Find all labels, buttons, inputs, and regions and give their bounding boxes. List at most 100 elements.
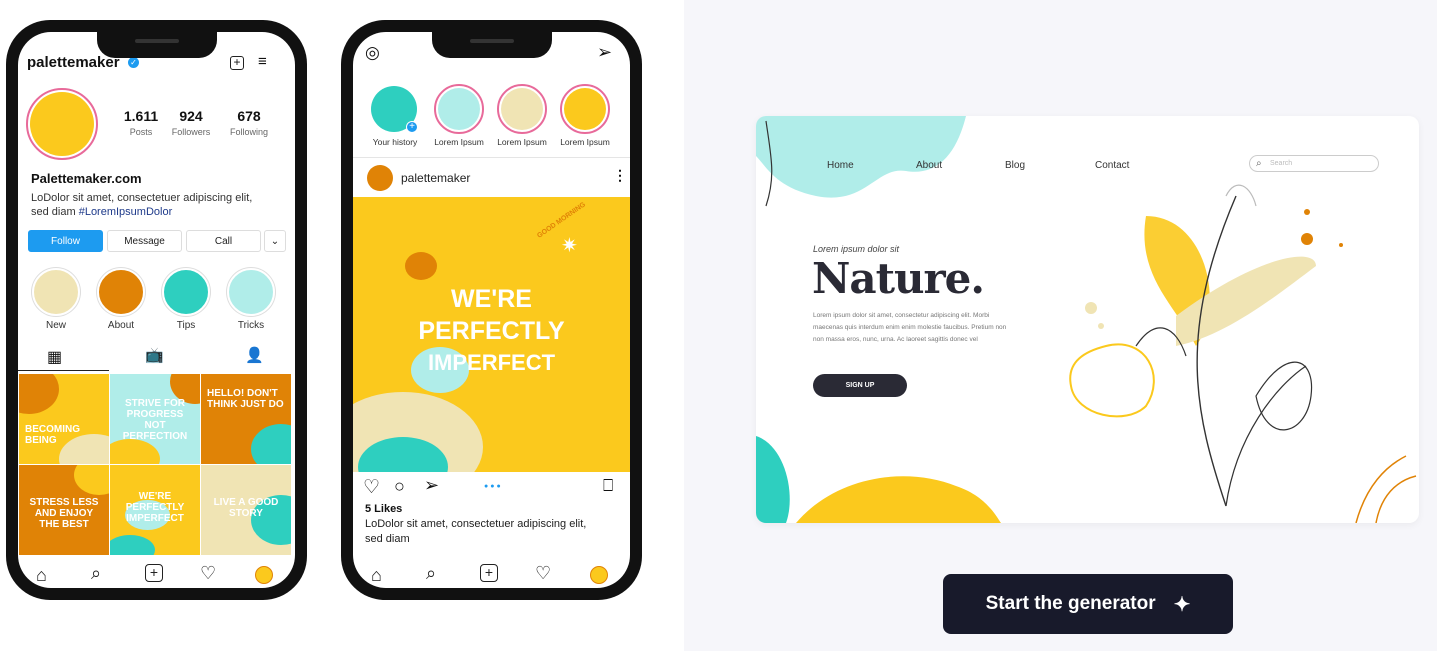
profile-bio: LoDolor sit amet, consectetuer adipiscin… — [31, 191, 291, 219]
send-icon[interactable]: ➢ — [597, 42, 612, 63]
stat-posts-value: 1.611 — [123, 108, 159, 124]
highlight-tips[interactable] — [162, 268, 210, 316]
tile-text: WE'RE PERFECTLY IMPERFECT — [125, 491, 185, 524]
grid-post[interactable]: WE'RE PERFECTLY IMPERFECT — [110, 465, 200, 555]
likes-count[interactable]: 5 Likes — [365, 503, 402, 515]
post-headline-line: PERFECTLY — [418, 317, 565, 345]
nav-about[interactable]: About — [916, 160, 942, 171]
story[interactable] — [560, 84, 610, 134]
signup-button[interactable]: SIGN UP — [813, 374, 907, 397]
tile-shape — [251, 424, 291, 464]
heart-icon[interactable]: ♡ — [200, 563, 216, 584]
heart-icon[interactable]: ♡ — [535, 563, 551, 584]
teal-blob — [756, 116, 966, 198]
home-icon[interactable]: ⌂ — [371, 565, 382, 586]
active-tab-indicator — [18, 370, 109, 371]
like-icon[interactable]: ♡ — [363, 476, 380, 499]
verified-icon: ✓ — [128, 57, 139, 68]
story-avatar — [501, 88, 543, 130]
search-input[interactable]: ⌕ Search — [1249, 155, 1379, 172]
grid-post[interactable]: STRIVE FOR PROGRESS NOT PERFECTION — [110, 374, 200, 464]
highlight-label: About — [107, 320, 135, 331]
more-options-icon[interactable]: ⋮ — [613, 167, 627, 184]
follow-button[interactable]: Follow — [28, 230, 103, 252]
post-username[interactable]: palettemaker — [401, 171, 470, 185]
hero-headline: Nature. — [812, 254, 985, 303]
grid-post[interactable]: HELLO! DON'T THINK JUST DO — [201, 374, 291, 464]
search-icon[interactable]: ⌕ — [426, 563, 436, 584]
profile-display-name: Palettemaker.com — [31, 171, 142, 186]
stem-stroke — [1225, 365, 1307, 507]
add-post-icon[interactable]: + — [480, 564, 498, 582]
tagged-icon[interactable]: 👤 — [245, 346, 264, 364]
add-post-icon[interactable]: + — [145, 564, 163, 582]
tile-shape — [74, 465, 109, 495]
post-headline: WE'RE PERFECTLY IMPERFECT — [353, 283, 630, 379]
story-label: Lorem Ipsum — [434, 137, 484, 147]
grid-post[interactable]: BECOMING BEING — [19, 374, 109, 464]
orange-leaf-stroke — [1355, 455, 1407, 523]
story-label: Lorem Ipsum — [497, 137, 547, 147]
highlight-new[interactable] — [32, 268, 80, 316]
highlight-tricks[interactable] — [227, 268, 275, 316]
highlight-label: Tricks — [237, 320, 265, 331]
story[interactable] — [434, 84, 484, 134]
camera-icon[interactable]: ◎ — [365, 43, 380, 63]
bio-text: sed diam — [31, 206, 76, 218]
tile-shape — [19, 374, 59, 414]
cta-label: Start the generator — [985, 593, 1156, 614]
add-post-icon[interactable]: + — [230, 56, 244, 70]
grid-icon[interactable]: ▦ — [47, 347, 62, 367]
orange-dot — [1301, 233, 1313, 245]
home-icon[interactable]: ⌂ — [36, 565, 47, 586]
cream-dot — [1085, 302, 1097, 314]
orange-leaf-stroke — [1375, 475, 1417, 523]
call-button[interactable]: Call — [186, 230, 261, 252]
tile-text: STRIVE FOR PROGRESS NOT PERFECTION — [122, 398, 188, 442]
caption-line: LoDolor sit amet, consectetuer adipiscin… — [365, 518, 587, 530]
story[interactable] — [497, 84, 547, 134]
profile-phone: palettemaker ✓ + ≡ 1.611 Posts 924 Follo… — [6, 20, 307, 600]
igtv-icon[interactable]: 📺 — [145, 346, 164, 364]
stat-following-label[interactable]: Following — [221, 127, 277, 137]
bio-line: LoDolor sit amet, consectetuer adipiscin… — [31, 192, 253, 204]
avatar[interactable] — [30, 92, 94, 156]
stat-followers-label[interactable]: Followers — [163, 127, 219, 137]
menu-icon[interactable]: ≡ — [258, 53, 267, 70]
chevron-down-icon[interactable]: ⌄ — [264, 230, 286, 252]
phone-notch — [431, 30, 552, 58]
feed-screen: ◎ ➢ + Your history Lorem Ipsum Lorem Ips… — [353, 32, 630, 588]
yellow-blob-bottom — [796, 476, 1001, 523]
stat-following-value[interactable]: 678 — [221, 108, 277, 124]
profile-username: palettemaker — [27, 54, 120, 71]
post-image[interactable]: GOOD MORNING ✷ WE'RE PERFECTLY IMPERFECT — [353, 197, 630, 472]
highlight-about[interactable] — [97, 268, 145, 316]
comment-icon[interactable]: ○ — [394, 476, 405, 497]
divider — [353, 157, 630, 158]
orange-dot — [1339, 243, 1343, 247]
highlight-label: New — [45, 320, 66, 331]
post-shape — [405, 252, 437, 280]
add-story-icon[interactable]: + — [406, 121, 418, 133]
nav-home[interactable]: Home — [827, 160, 854, 171]
bio-line: sed diam #LoremIpsumDolor — [31, 205, 291, 219]
nav-blog[interactable]: Blog — [1005, 160, 1025, 171]
story-label: Lorem Ipsum — [560, 137, 610, 147]
grid-post[interactable]: STRESS LESS AND ENJOY THE BEST — [19, 465, 109, 555]
profile-nav-avatar[interactable] — [590, 566, 608, 584]
profile-nav-avatar[interactable] — [255, 566, 273, 584]
bio-hashtag-link[interactable]: #LoremIpsumDolor — [79, 206, 173, 218]
share-icon[interactable]: ➢ — [424, 475, 439, 496]
tile-text: BECOMING BEING — [25, 424, 80, 446]
bookmark-icon[interactable]: ⎕ — [603, 476, 613, 496]
grid-post[interactable]: LIVE A GOOD STORY — [201, 465, 291, 555]
post-avatar[interactable] — [367, 165, 393, 191]
start-generator-button[interactable]: Start the generator ✦ — [943, 574, 1233, 634]
hero-body: Lorem ipsum dolor sit amet, consectetur … — [813, 312, 1007, 343]
nav-contact[interactable]: Contact — [1095, 160, 1129, 171]
cream-dot — [1098, 323, 1104, 329]
message-button[interactable]: Message — [107, 230, 182, 252]
stat-followers-value[interactable]: 924 — [163, 108, 219, 124]
stem-stroke — [1196, 195, 1237, 507]
search-icon[interactable]: ⌕ — [91, 563, 101, 584]
